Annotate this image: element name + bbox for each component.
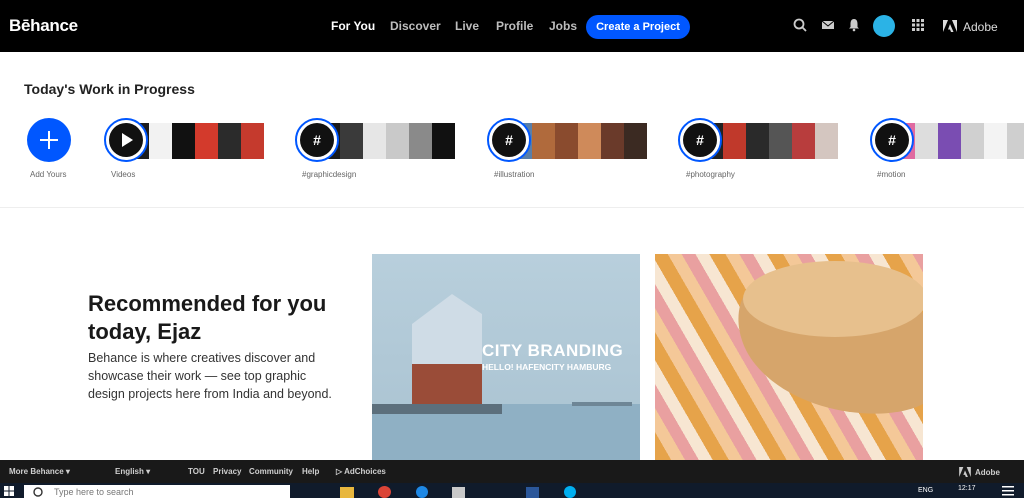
- adchoices-label: AdChoices: [344, 467, 386, 476]
- story-thumbnail: [218, 123, 241, 159]
- behance-logo[interactable]: Bēhance: [9, 16, 78, 36]
- avatar[interactable]: [873, 15, 895, 37]
- story-ring: #: [870, 118, 914, 162]
- site-footer: More Behance ▾ English ▾ TOU Privacy Com…: [0, 460, 1024, 483]
- adobe-label: Adobe: [963, 20, 998, 34]
- story-label-motion: #motion: [877, 170, 906, 179]
- apps-grid-icon[interactable]: [911, 18, 925, 32]
- nav-discover[interactable]: Discover: [390, 19, 441, 33]
- story-thumbnail: [172, 123, 195, 159]
- story-thumbnail: [409, 123, 432, 159]
- search-icon[interactable]: [793, 18, 807, 32]
- card-headline: CITY BRANDING: [482, 341, 624, 360]
- story-thumbnail: [555, 123, 578, 159]
- adchoices-icon: ▷: [336, 467, 345, 476]
- store-icon[interactable]: [452, 487, 465, 498]
- story-thumbnail: [340, 123, 363, 159]
- clock[interactable]: 12:17: [958, 485, 976, 492]
- word-icon[interactable]: [526, 487, 539, 498]
- footer-tou[interactable]: TOU: [188, 467, 205, 476]
- adobe-logo-icon: [959, 467, 971, 477]
- story-thumbnail: [984, 123, 1007, 159]
- story-ring: [104, 118, 148, 162]
- abstract-bowl-image: [738, 261, 923, 414]
- story-thumbnail: [915, 123, 938, 159]
- nav-profile[interactable]: Profile: [496, 19, 533, 33]
- plus-icon: [40, 131, 58, 149]
- story-ring: #: [487, 118, 531, 162]
- story-thumbnail: [386, 123, 409, 159]
- top-nav: Bēhance For You Discover Live Profile Jo…: [0, 0, 1024, 52]
- hashtag-icon: #: [875, 123, 909, 157]
- story-thumbnail: [792, 123, 815, 159]
- story-thumbnail: [746, 123, 769, 159]
- nav-for-you[interactable]: For You: [331, 19, 375, 33]
- project-card-abstract[interactable]: [655, 254, 923, 460]
- story-label-illustration: #illustration: [494, 170, 535, 179]
- footer-privacy[interactable]: Privacy: [213, 467, 241, 476]
- adobe-link[interactable]: Adobe: [943, 20, 998, 34]
- story-thumbnail: [961, 123, 984, 159]
- notifications-icon[interactable]: [1002, 486, 1014, 496]
- create-project-button[interactable]: Create a Project: [586, 15, 690, 39]
- recommended-description: Behance is where creatives discover and …: [88, 351, 332, 401]
- story-thumbnail: [624, 123, 647, 159]
- hashtag-icon: #: [300, 123, 334, 157]
- file-explorer-icon[interactable]: [340, 487, 354, 498]
- story-thumbnail: [769, 123, 792, 159]
- story-thumbnail: [938, 123, 961, 159]
- windows-start-icon[interactable]: [4, 486, 14, 496]
- story-thumbnail: [149, 123, 172, 159]
- story-label-graphicdesign: #graphicdesign: [302, 170, 357, 179]
- story-ring: #: [295, 118, 339, 162]
- nav-live[interactable]: Live: [455, 19, 479, 33]
- story-thumbnail: [578, 123, 601, 159]
- story-label-photography: #photography: [686, 170, 735, 179]
- story-thumbnail: [432, 123, 455, 159]
- chrome-icon[interactable]: [378, 486, 391, 498]
- section-divider: [0, 207, 1024, 208]
- story-thumbnail: [241, 123, 264, 159]
- story-label-videos: Videos: [111, 170, 136, 179]
- edge-icon[interactable]: [416, 486, 428, 498]
- footer-adchoices[interactable]: ▷ AdChoices: [336, 467, 386, 476]
- story-thumbnail: [363, 123, 386, 159]
- windows-taskbar: Type here to search ENG 12:17: [0, 483, 1024, 498]
- hashtag-icon: #: [683, 123, 717, 157]
- add-yours-button[interactable]: [27, 118, 71, 162]
- language-indicator[interactable]: ENG: [918, 487, 933, 494]
- story-thumbnail: [195, 123, 218, 159]
- footer-adobe[interactable]: Adobe: [959, 467, 1000, 477]
- add-yours-label: Add Yours: [30, 170, 67, 179]
- play-icon: [109, 123, 143, 157]
- footer-adobe-label: Adobe: [975, 468, 1000, 477]
- story-thumbnail: [601, 123, 624, 159]
- story-thumbnail: [1007, 123, 1024, 159]
- story-thumbnail: [723, 123, 746, 159]
- mail-icon[interactable]: [821, 18, 835, 32]
- footer-help[interactable]: Help: [302, 467, 319, 476]
- taskbar-search-input[interactable]: Type here to search: [24, 485, 290, 498]
- search-icon: [33, 487, 43, 497]
- nav-jobs[interactable]: Jobs: [549, 19, 577, 33]
- story-thumbnail: [532, 123, 555, 159]
- story-thumbnail: [815, 123, 838, 159]
- recommended-title: Recommended for you today, Ejaz: [88, 291, 327, 344]
- wip-title: Today's Work in Progress: [24, 81, 195, 97]
- language-select[interactable]: English ▾: [115, 467, 150, 476]
- footer-community[interactable]: Community: [249, 467, 293, 476]
- skype-icon[interactable]: [564, 486, 576, 498]
- hashtag-icon: #: [492, 123, 526, 157]
- story-ring: #: [678, 118, 722, 162]
- adobe-logo-icon: [943, 20, 957, 32]
- more-behance-menu[interactable]: More Behance ▾: [9, 467, 70, 476]
- card-subline: HELLO! HAFENCITY HAMBURG: [482, 362, 612, 372]
- bell-icon[interactable]: [847, 18, 861, 32]
- project-card-city-branding[interactable]: CITY BRANDING HELLO! HAFENCITY HAMBURG: [372, 254, 640, 460]
